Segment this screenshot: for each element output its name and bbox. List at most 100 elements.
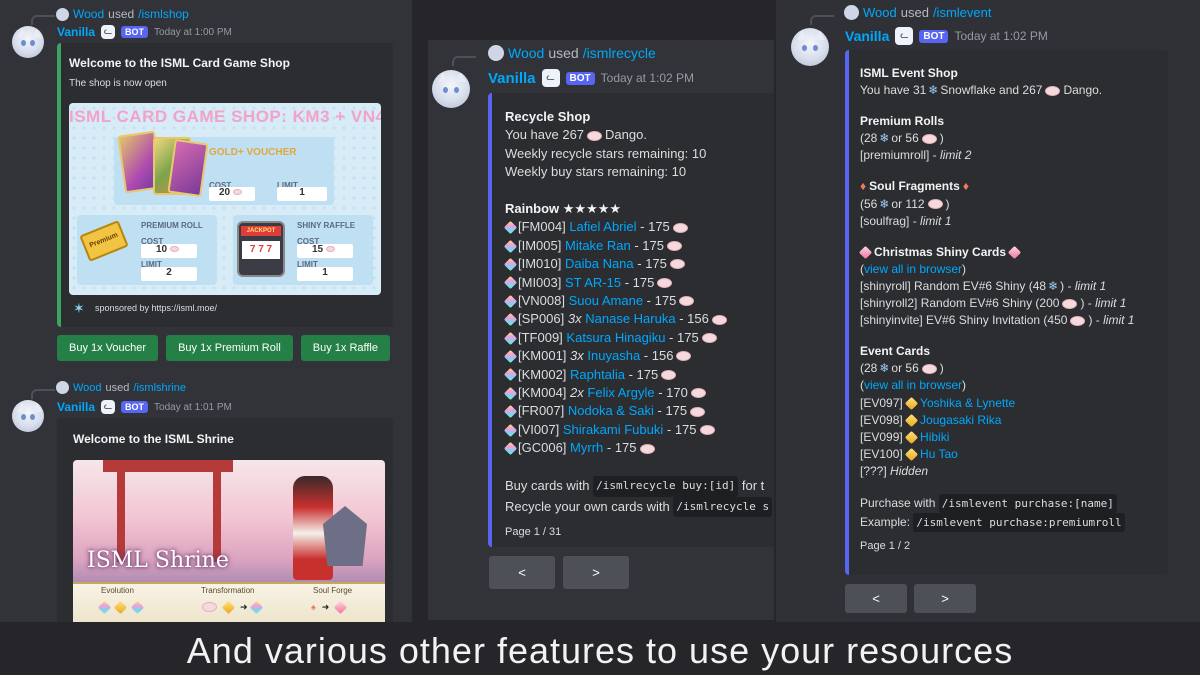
event-card-list: [EV097] Yoshika & Lynette [EV098] Jougasa… bbox=[860, 395, 1134, 463]
event-view-all-line: (view all in browser) bbox=[860, 377, 1134, 394]
timestamp[interactable]: Today at 1:00 PM bbox=[154, 27, 232, 38]
event-card-link[interactable]: Yoshika & Lynette bbox=[920, 395, 1015, 412]
user-avatar-small[interactable] bbox=[488, 45, 504, 61]
card-row: [VN008] Suou Amane - 175 bbox=[503, 292, 772, 310]
bot-avatar[interactable] bbox=[432, 70, 470, 108]
author-name[interactable]: Vanilla bbox=[488, 70, 536, 87]
timestamp[interactable]: Today at 1:01 PM bbox=[154, 402, 232, 413]
card-name-link[interactable]: Myrrh bbox=[570, 439, 603, 457]
user-avatar-small[interactable] bbox=[56, 7, 69, 21]
bot-avatar[interactable] bbox=[12, 400, 44, 432]
user-avatar-small[interactable] bbox=[844, 5, 859, 20]
card-code: [MI003] bbox=[518, 274, 562, 290]
dango-icon bbox=[679, 296, 695, 307]
card-name-link[interactable]: Lafiel Abriel bbox=[569, 218, 636, 236]
dango-icon bbox=[667, 241, 682, 252]
card-name-link[interactable]: Raphtalia bbox=[570, 366, 625, 384]
command-name[interactable]: /ismlshop bbox=[138, 7, 189, 21]
card-name-link[interactable]: Daiba Nana bbox=[565, 255, 634, 273]
rainbow-heading: Rainbow ★★★★★ bbox=[505, 201, 622, 217]
event-card-link[interactable]: Hibiki bbox=[920, 429, 949, 446]
soul-drop-icon: ♦ bbox=[860, 179, 867, 194]
card-row: [TF009] Katsura Hinagiku - 175 bbox=[503, 329, 772, 347]
card-price: 175 bbox=[676, 329, 699, 345]
author-name[interactable]: Vanilla bbox=[57, 400, 95, 414]
timestamp[interactable]: Today at 1:02 PM bbox=[601, 71, 694, 85]
bot-tag: BOT bbox=[121, 401, 149, 413]
author-name[interactable]: Vanilla bbox=[57, 25, 95, 39]
purchase-example: Example: /ismlevent purchase:premiumroll bbox=[860, 513, 1134, 533]
dango-icon bbox=[701, 333, 717, 344]
snowflake-icon: ❄ bbox=[928, 83, 939, 98]
card-price: 175 bbox=[645, 256, 667, 272]
rainbow-diamond-icon bbox=[503, 239, 518, 253]
card-code: [IM010] bbox=[518, 256, 562, 272]
author-line: Vanilla ᓚ BOT Today at 1:01 PM bbox=[57, 400, 232, 414]
event-card-link[interactable]: Jougasaki Rika bbox=[920, 412, 1001, 429]
event-body: ISML Event Shop You have 31 ❄ Snowflake an… bbox=[858, 65, 1135, 555]
card-name-link[interactable]: Suou Amane bbox=[569, 292, 643, 310]
shiny-raffle-label: SHINY RAFFLE bbox=[297, 221, 356, 230]
snowflake-icon: ❄ bbox=[879, 131, 890, 146]
event-price: (28 ❄ or 56) bbox=[860, 360, 1134, 377]
user-avatar-small[interactable] bbox=[56, 381, 69, 394]
reply-connector bbox=[810, 15, 834, 25]
next-page-button[interactable]: > bbox=[563, 556, 629, 589]
dango-icon bbox=[639, 443, 655, 454]
dango-icon bbox=[1045, 85, 1061, 96]
embed-title: Welcome to the ISML Shrine bbox=[73, 432, 234, 446]
card-name-link[interactable]: Mitake Ran bbox=[565, 237, 631, 255]
command-name[interactable]: /ismlshrine bbox=[133, 382, 186, 394]
card-code: [GC006] bbox=[518, 440, 567, 456]
card-name-link[interactable]: ST AR-15 bbox=[565, 274, 621, 292]
reply-connector bbox=[31, 389, 55, 399]
card-name-link[interactable]: Nanase Haruka bbox=[585, 310, 675, 328]
dango-icon bbox=[921, 363, 937, 374]
timestamp[interactable]: Today at 1:02 PM bbox=[954, 29, 1047, 43]
bot-avatar[interactable] bbox=[12, 26, 44, 58]
buy-raffle-button[interactable]: Buy 1x Raffle bbox=[300, 335, 390, 361]
card-price: 175 bbox=[654, 293, 677, 309]
card-code: [FR007] bbox=[518, 403, 565, 419]
card-name-link[interactable]: Nodoka & Saki bbox=[568, 402, 654, 420]
command-usage-line: Wood used /ismlevent bbox=[844, 5, 991, 20]
command-user[interactable]: Wood bbox=[73, 7, 104, 21]
event-code: [EV099] bbox=[860, 429, 903, 444]
card-name-link[interactable]: Shirakami Fubuki bbox=[563, 421, 663, 439]
command-user[interactable]: Wood bbox=[508, 45, 544, 61]
shrine-image[interactable]: ISML Shrine Evolution Transformation Sou… bbox=[73, 460, 385, 622]
command-user[interactable]: Wood bbox=[863, 5, 897, 20]
soul-forge-label: Soul Forge bbox=[313, 586, 353, 595]
gold-diamond-icon bbox=[904, 413, 919, 427]
command-name[interactable]: /ismlevent bbox=[933, 5, 992, 20]
card-price: 156 bbox=[651, 348, 674, 364]
page-indicator: Page 1 / 2 bbox=[860, 540, 911, 553]
card-name-link[interactable]: Inuyasha bbox=[587, 347, 640, 365]
next-page-button[interactable]: > bbox=[914, 584, 976, 613]
event-card-row: [EV097] Yoshika & Lynette bbox=[860, 395, 1134, 412]
rainbow-diamond-icon bbox=[503, 386, 518, 400]
purchase-instructions: Purchase with /ismlevent purchase:[name] bbox=[860, 493, 1134, 514]
card-name-link[interactable]: Felix Argyle bbox=[587, 384, 654, 402]
raffle-cost: 15 bbox=[297, 244, 353, 258]
card-name-link[interactable]: Katsura Hinagiku bbox=[566, 329, 665, 347]
buy-premium-roll-button[interactable]: Buy 1x Premium Roll bbox=[166, 335, 293, 361]
view-all-link[interactable]: view all in browser bbox=[864, 261, 962, 278]
shop-image[interactable]: ISML CARD GAME SHOP: KM3 + VN4 GOLD+ VOU… bbox=[69, 103, 381, 295]
shinyinvite-line: [shinyinvite] EV#6 Shiny Invitation (450… bbox=[860, 313, 1135, 328]
event-view-all-link[interactable]: view all in browser bbox=[864, 377, 962, 394]
christmas-shiny-heading: Christmas Shiny Cards bbox=[858, 244, 1134, 261]
command-user[interactable]: Wood bbox=[73, 382, 102, 394]
command-name[interactable]: /ismlrecycle bbox=[583, 45, 656, 61]
rainbow-diamond-icon bbox=[503, 349, 518, 364]
dango-icon bbox=[587, 130, 603, 141]
author-name[interactable]: Vanilla bbox=[845, 28, 889, 44]
bot-avatar[interactable] bbox=[791, 28, 829, 66]
page-indicator: Page 1 / 31 bbox=[505, 525, 562, 538]
buy-voucher-button[interactable]: Buy 1x Voucher bbox=[57, 335, 159, 361]
event-card-link[interactable]: Hu Tao bbox=[920, 446, 958, 463]
event-card-row: [EV099] Hibiki bbox=[860, 429, 1134, 446]
prev-page-button[interactable]: < bbox=[845, 584, 907, 613]
prev-page-button[interactable]: < bbox=[489, 556, 555, 589]
dango-icon bbox=[672, 222, 688, 233]
